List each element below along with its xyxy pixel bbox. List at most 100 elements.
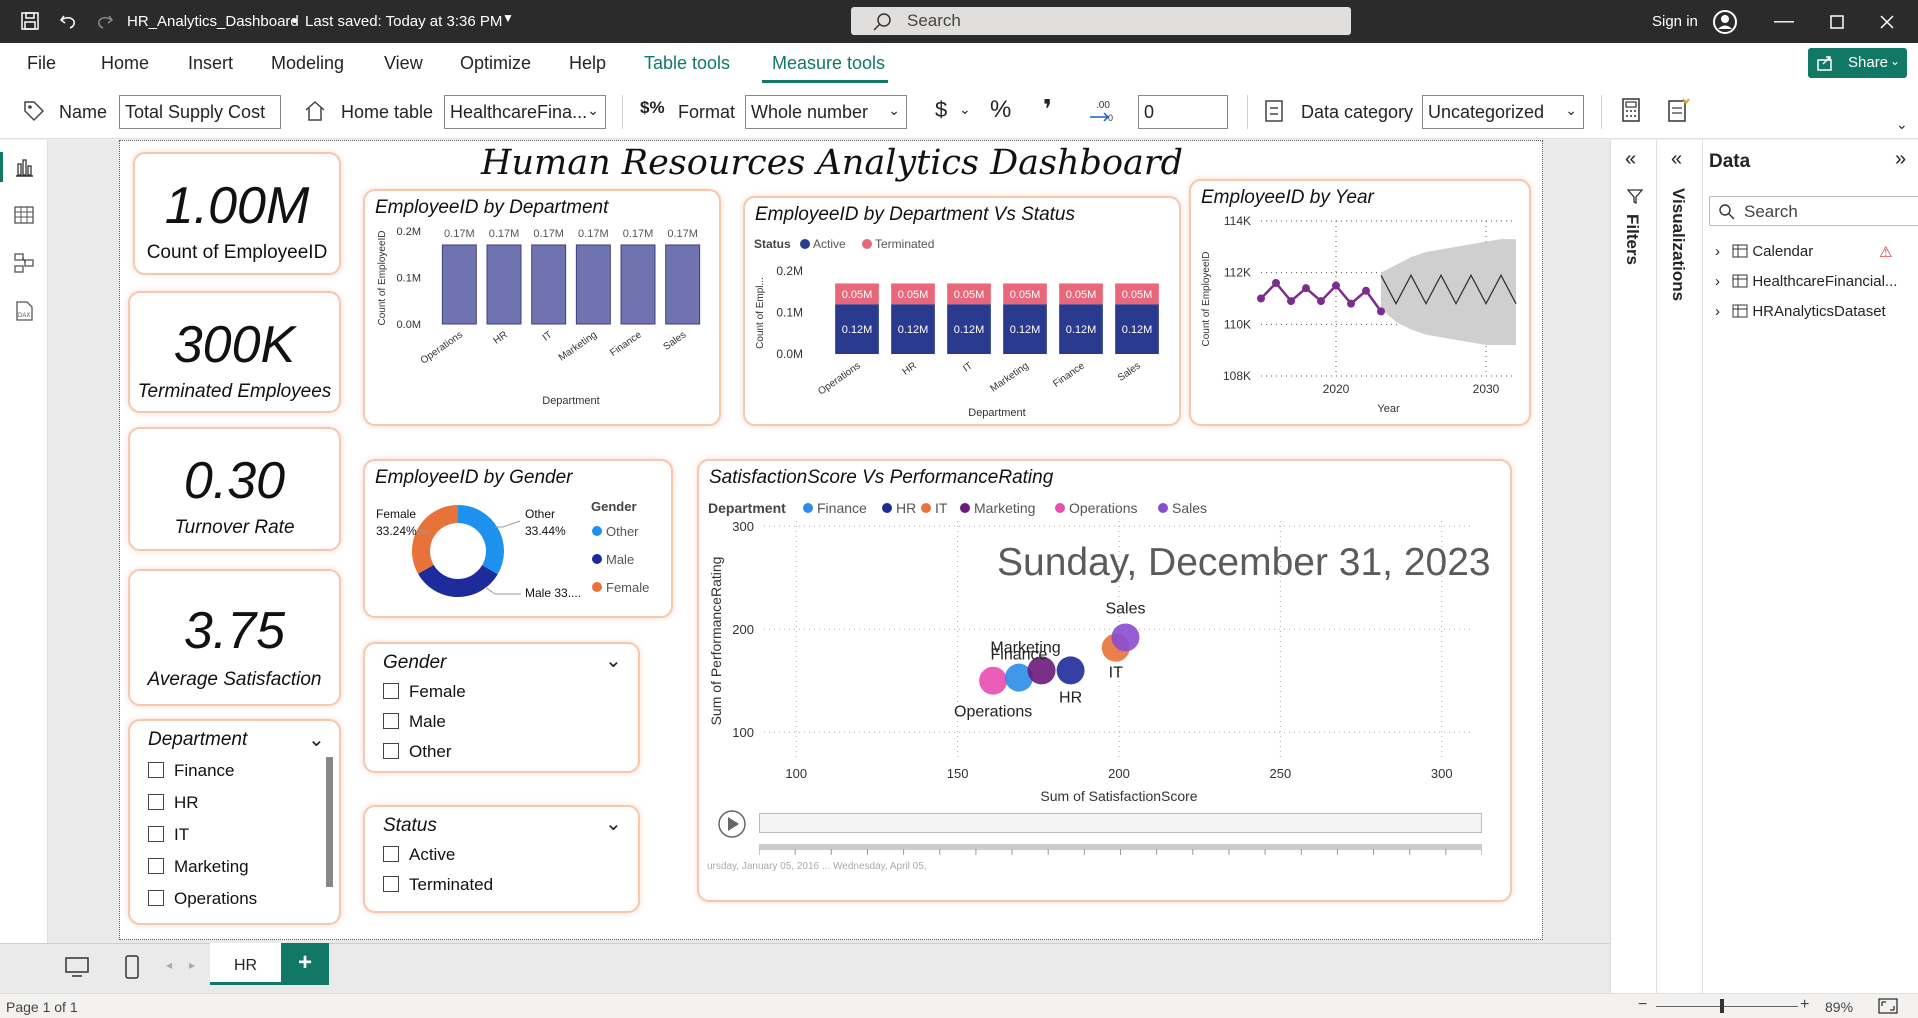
maximize-icon[interactable] bbox=[1830, 15, 1844, 29]
search-input[interactable]: Search bbox=[851, 7, 1351, 35]
year-chart-card[interactable]: EmployeeID by Year 108K 110K 112K 114K 2020 2… bbox=[1189, 179, 1531, 426]
data-item-hranalytics[interactable]: › HRAnalyticsDataset bbox=[1715, 303, 1886, 320]
scrollbar[interactable] bbox=[326, 757, 333, 887]
close-icon[interactable] bbox=[1880, 15, 1894, 29]
checkbox[interactable] bbox=[148, 794, 164, 810]
slicer-option-male[interactable]: Male bbox=[383, 712, 446, 732]
chevron-down-icon[interactable]: ⌄ bbox=[605, 648, 622, 673]
currency-button[interactable]: $ bbox=[935, 97, 947, 123]
report-view-icon[interactable] bbox=[13, 156, 35, 178]
slicer-option-other[interactable]: Other bbox=[383, 742, 452, 762]
page-tab-hr[interactable]: HR bbox=[210, 943, 281, 985]
redo-icon[interactable] bbox=[95, 11, 115, 31]
kpi-card-terminated[interactable]: 300K Terminated Employees bbox=[128, 291, 341, 413]
checkbox[interactable] bbox=[148, 858, 164, 874]
tab-table-tools[interactable]: Table tools bbox=[644, 53, 730, 74]
expand-icon[interactable]: « bbox=[1671, 148, 1682, 171]
decimal-places-stepper[interactable]: 0 bbox=[1138, 95, 1228, 129]
tab-view[interactable]: View bbox=[384, 53, 423, 74]
chevron-down-icon[interactable]: ⌄ bbox=[605, 811, 622, 836]
kpi-card-count[interactable]: 1.00M Count of EmployeeID bbox=[133, 152, 341, 275]
gender-chart-card[interactable]: EmployeeID by Gender Other 33.44% Female 33… bbox=[363, 459, 673, 618]
comma-button[interactable]: ❜ bbox=[1043, 94, 1052, 125]
chevron-down-icon[interactable]: ⌄ bbox=[308, 727, 325, 752]
mobile-layout-icon[interactable] bbox=[124, 954, 140, 980]
data-label: 0.05M bbox=[898, 289, 929, 301]
share-button[interactable]: Share ⌄ bbox=[1808, 48, 1907, 78]
data-item-healthcare[interactable]: › HealthcareFinancial... bbox=[1715, 273, 1897, 290]
calculator-icon[interactable] bbox=[1620, 97, 1642, 123]
checkbox[interactable] bbox=[383, 876, 399, 892]
zoom-slider[interactable] bbox=[1656, 1006, 1798, 1007]
model-view-icon[interactable] bbox=[13, 252, 35, 274]
checkbox[interactable] bbox=[383, 846, 399, 862]
new-measure-icon[interactable] bbox=[1666, 97, 1690, 123]
tab-file[interactable]: File bbox=[27, 53, 56, 74]
checkbox[interactable] bbox=[148, 762, 164, 778]
decimal-increase-icon[interactable]: .000 bbox=[1088, 97, 1116, 125]
collapse-icon[interactable]: » bbox=[1895, 148, 1906, 171]
filters-pane-collapsed[interactable]: « Filters bbox=[1610, 140, 1656, 993]
dax-query-view-icon[interactable]: DAX bbox=[13, 300, 35, 322]
name-field[interactable]: Total Supply Cost bbox=[119, 95, 281, 129]
expand-icon[interactable]: « bbox=[1625, 148, 1636, 171]
y-tick-label: 0.1M bbox=[397, 273, 421, 285]
home-table-dropdown[interactable]: HealthcareFina... ⌄ bbox=[444, 95, 606, 129]
add-page-button[interactable]: + bbox=[281, 943, 329, 985]
desktop-layout-icon[interactable] bbox=[64, 956, 90, 978]
tab-optimize[interactable]: Optimize bbox=[460, 53, 531, 74]
zoom-in-icon[interactable]: + bbox=[1800, 996, 1809, 1014]
y-tick-label: 200 bbox=[732, 622, 754, 637]
checkbox[interactable] bbox=[148, 890, 164, 906]
slicer-option-operations[interactable]: Operations bbox=[148, 889, 257, 909]
data-search-input[interactable]: Search bbox=[1709, 196, 1918, 226]
dept-status-chart-card[interactable]: EmployeeID by Department Vs Status Statu… bbox=[743, 196, 1181, 426]
save-icon[interactable] bbox=[20, 11, 40, 31]
tab-insert[interactable]: Insert bbox=[188, 53, 233, 74]
chevron-down-icon[interactable]: ⌄ bbox=[959, 101, 971, 118]
chevron-down-icon[interactable]: ▼ bbox=[502, 11, 514, 25]
tab-help[interactable]: Help bbox=[569, 53, 606, 74]
slicer-option-terminated[interactable]: Terminated bbox=[383, 875, 493, 895]
zoom-out-icon[interactable]: − bbox=[1638, 996, 1647, 1014]
tab-measure-tools[interactable]: Measure tools bbox=[772, 53, 885, 74]
slicer-option-finance[interactable]: Finance bbox=[148, 761, 234, 781]
checkbox[interactable] bbox=[148, 826, 164, 842]
dept-chart-card[interactable]: EmployeeID by Department 0.0M 0.1M 0.2M 0.1… bbox=[363, 189, 721, 426]
tab-home[interactable]: Home bbox=[101, 53, 149, 74]
kpi-card-turnover[interactable]: 0.30 Turnover Rate bbox=[128, 427, 341, 551]
slicer-option-hr[interactable]: HR bbox=[148, 793, 199, 813]
data-item-calendar[interactable]: › Calendar ⚠ bbox=[1715, 243, 1892, 261]
previous-page-icon[interactable]: ◂ bbox=[166, 958, 172, 972]
status-slicer[interactable]: Status ⌄ Active Terminated bbox=[363, 805, 640, 913]
slicer-option-marketing[interactable]: Marketing bbox=[148, 857, 249, 877]
slicer-option-female[interactable]: Female bbox=[383, 682, 466, 702]
user-avatar-icon[interactable] bbox=[1712, 9, 1738, 35]
gender-slicer[interactable]: Gender ⌄ Female Male Other bbox=[363, 642, 640, 773]
tab-modeling[interactable]: Modeling bbox=[271, 53, 344, 74]
data-category-dropdown[interactable]: Uncategorized ⌄ bbox=[1422, 95, 1584, 129]
checkbox[interactable] bbox=[383, 743, 399, 759]
checkbox[interactable] bbox=[383, 683, 399, 699]
next-page-icon[interactable]: ▸ bbox=[189, 958, 195, 972]
sign-in-link[interactable]: Sign in bbox=[1652, 13, 1698, 30]
kpi-card-satisfaction[interactable]: 3.75 Average Satisfaction bbox=[128, 569, 341, 706]
tag-icon bbox=[24, 101, 45, 122]
format-dropdown[interactable]: Whole number ⌄ bbox=[745, 95, 907, 129]
visualizations-pane-collapsed[interactable]: « Visualizations bbox=[1656, 140, 1702, 993]
point-label: Sales bbox=[1105, 600, 1145, 617]
play-axis-slider[interactable] bbox=[759, 813, 1482, 833]
zoom-slider-thumb[interactable] bbox=[1720, 999, 1724, 1013]
undo-icon[interactable] bbox=[58, 11, 78, 31]
scatter-chart-card[interactable]: SatisfactionScore Vs PerformanceRating D… bbox=[697, 459, 1512, 902]
play-icon[interactable] bbox=[717, 809, 747, 839]
minimize-icon[interactable]: — bbox=[1774, 10, 1794, 33]
slicer-option-active[interactable]: Active bbox=[383, 845, 455, 865]
checkbox[interactable] bbox=[383, 713, 399, 729]
collapse-ribbon-icon[interactable]: ⌄ bbox=[1896, 116, 1908, 133]
table-view-icon[interactable] bbox=[13, 204, 35, 226]
percent-button[interactable]: % bbox=[990, 96, 1011, 124]
fit-to-page-icon[interactable] bbox=[1878, 998, 1898, 1014]
department-slicer[interactable]: Department ⌄ Finance HR IT Marketing Ope… bbox=[128, 719, 341, 925]
slicer-option-it[interactable]: IT bbox=[148, 825, 189, 845]
